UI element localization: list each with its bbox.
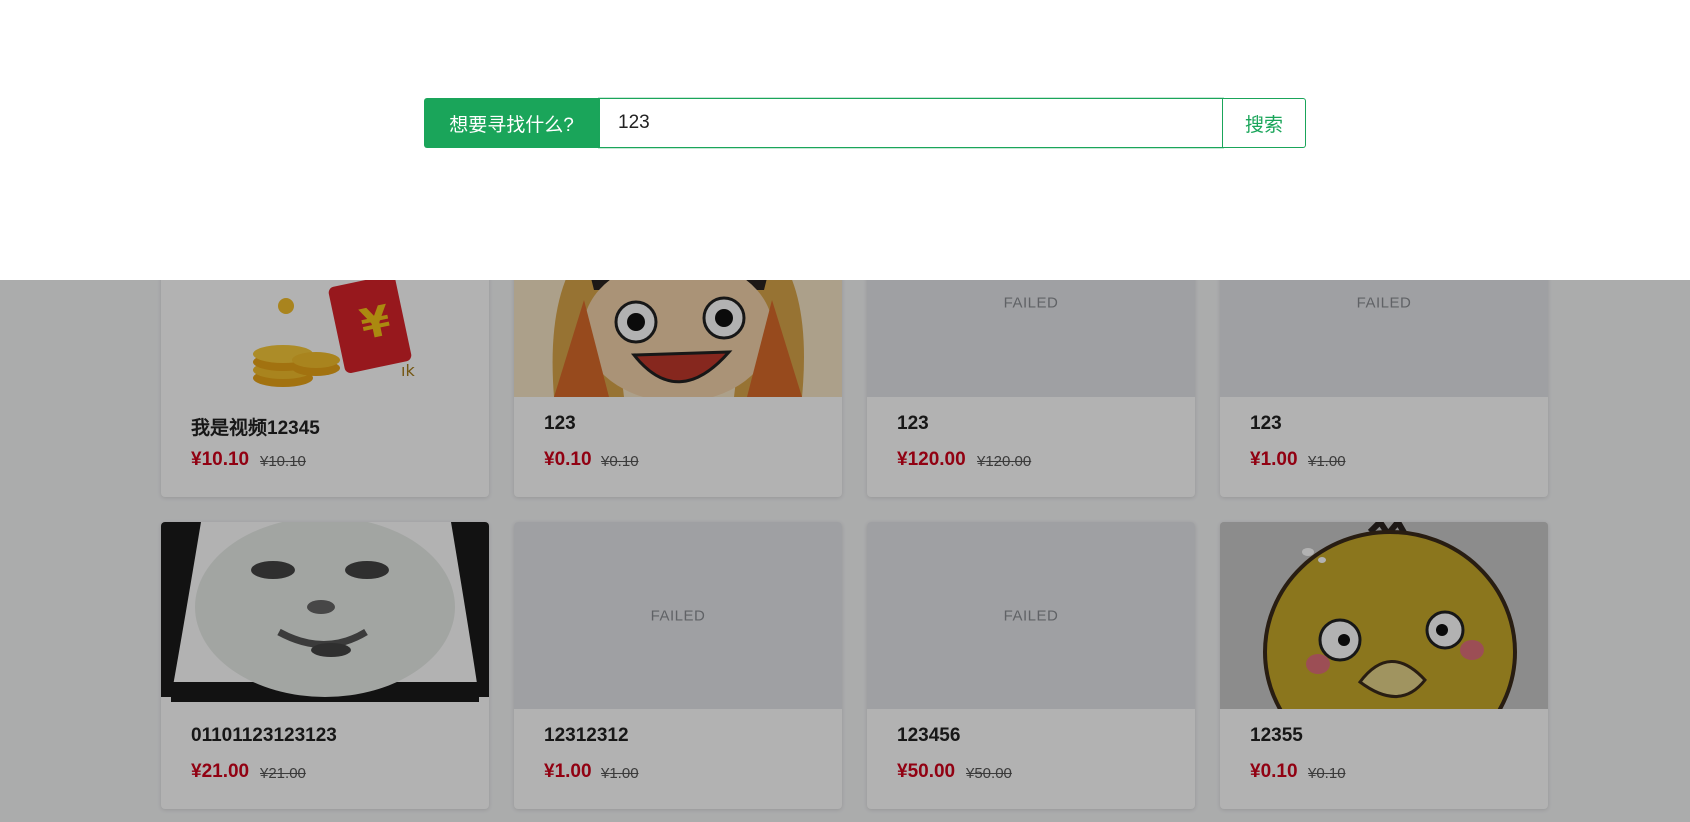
search-label: 想要寻找什么?	[424, 98, 599, 148]
search-overlay-panel: 想要寻找什么? 搜索	[0, 0, 1690, 280]
search-input[interactable]	[599, 98, 1223, 148]
search-bar: 想要寻找什么? 搜索	[424, 98, 1306, 148]
search-button[interactable]: 搜索	[1223, 98, 1306, 148]
